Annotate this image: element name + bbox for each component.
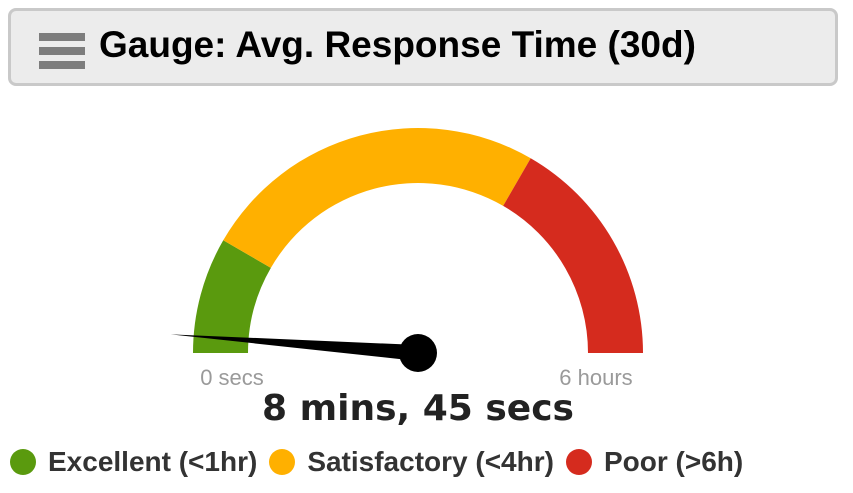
legend: Excellent (<1hr) Satisfactory (<4hr) Poo…: [10, 442, 755, 482]
gauge-band-poor: [503, 158, 643, 353]
legend-dot-poor: [565, 449, 592, 475]
gauge-max-label: 6 hours: [559, 365, 632, 390]
legend-label-excellent: Excellent (<1hr): [48, 446, 258, 477]
gauge-needle-hub: [399, 334, 437, 372]
legend-label-satisfactory: Satisfactory (<4hr): [307, 446, 554, 477]
legend-item-excellent[interactable]: Excellent (<1hr): [10, 446, 257, 478]
legend-item-satisfactory[interactable]: Satisfactory (<4hr): [269, 446, 554, 478]
legend-dot-excellent: [10, 449, 36, 475]
legend-label-poor: Poor (>6h): [603, 446, 744, 477]
gauge-min-label: 0 secs: [200, 365, 264, 390]
gauge-band-satisfactory: [223, 128, 531, 268]
legend-dot-satisfactory: [269, 449, 296, 475]
gauge-value-label: 8 mins, 45 secs: [262, 388, 574, 429]
legend-item-poor[interactable]: Poor (>6h): [565, 446, 744, 478]
gauge-chart: 0 secs 6 hours 8 mins, 45 secs: [170, 128, 643, 429]
